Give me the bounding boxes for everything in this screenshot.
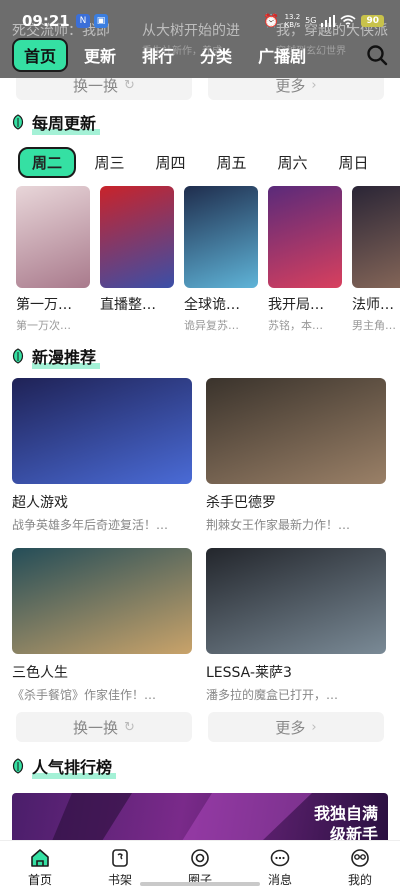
signal-5g: 5G (305, 16, 317, 25)
popular-section-title: 人气排行榜 (10, 754, 117, 779)
tab-category[interactable]: 分类 (200, 43, 232, 67)
comic-cover (206, 378, 386, 484)
comic-cover (12, 548, 192, 654)
weekly-comic-item[interactable]: 第一万… 第一万次… (16, 186, 90, 333)
comic-title: 杀手巴德罗 (206, 495, 276, 511)
tab-ranking[interactable]: 排行 (142, 43, 174, 67)
message-icon (270, 849, 290, 867)
tab-home[interactable]: 首页 (12, 38, 69, 72)
comic-card[interactable]: 杀手巴德罗 荆棘女王作家最新力作！… (206, 378, 386, 533)
tab-audio-drama[interactable]: 广播剧 (258, 43, 306, 67)
popular-banner[interactable]: 我独自满 级新手 (12, 793, 388, 841)
comic-title: LESSA-莱萨3 (206, 665, 292, 681)
more-button[interactable]: 更多 › (208, 712, 384, 742)
nav-profile[interactable]: 我的 (320, 841, 400, 889)
weekly-comic-item[interactable]: 全球诡… 诡异复苏… (184, 186, 258, 333)
comic-title: 第一万… (16, 297, 72, 313)
comic-subtitle: 第一万次… (16, 319, 71, 332)
weekly-title: 每周更新 (32, 110, 101, 135)
leaf-icon (12, 758, 24, 774)
comic-cover (352, 186, 400, 288)
weekly-comic-list: 第一万… 第一万次… 直播整… 全球诡… 诡异复苏… 我开局… 苏铭，本… 法师… (16, 186, 400, 338)
nav-profile-label: 我的 (347, 873, 372, 887)
comic-cover (100, 186, 174, 288)
comic-card[interactable]: LESSA-莱萨3 潘多拉的魔盒已打开，… (206, 548, 386, 703)
day-tab-tue[interactable]: 周二 (18, 146, 76, 178)
nav-message-label: 消息 (267, 873, 292, 887)
day-tab-wed[interactable]: 周三 (79, 152, 140, 173)
comic-description: 荆棘女王作家最新力作！… (206, 518, 351, 532)
day-tab-sun[interactable]: 周日 (323, 152, 384, 173)
comic-subtitle: 诡异复苏… (184, 319, 239, 332)
weekly-section-title: 每周更新 (10, 110, 101, 135)
weekly-comic-item[interactable]: 法师… 男主角… (352, 186, 400, 333)
comic-title: 法师… (352, 297, 394, 313)
signal-bars-icon (321, 15, 336, 27)
refresh-icon: ↻ (124, 719, 135, 735)
search-icon[interactable] (366, 44, 388, 66)
chevron-right-icon: › (311, 77, 317, 93)
comic-cover (206, 548, 386, 654)
top-nav: 首页 更新 排行 分类 广播剧 (12, 38, 332, 72)
nav-home[interactable]: 首页 (0, 841, 80, 889)
home-icon (31, 849, 49, 867)
weekly-comic-item[interactable]: 我开局… 苏铭，本… (268, 186, 342, 333)
weekly-comic-item[interactable]: 直播整… (100, 186, 174, 317)
refresh-button[interactable]: 换一换 ↻ (16, 712, 192, 742)
new-recs-button-row: 换一换 ↻ 更多 › (16, 712, 384, 742)
day-tab-sat[interactable]: 周六 (262, 152, 323, 173)
comic-card[interactable]: 三色人生 《杀手餐馆》作家佳作！… (12, 548, 192, 703)
system-home-indicator (140, 882, 260, 886)
notification-app-icon: ▣ (94, 14, 108, 28)
comic-description: 战争英雄多年后奇迹复活！… (12, 518, 169, 532)
comic-subtitle: 苏铭，本… (268, 319, 323, 332)
refresh-label: 换一换 (73, 718, 119, 737)
comic-title: 全球诡… (184, 297, 240, 313)
chevron-right-icon: › (311, 719, 317, 735)
comic-card[interactable]: 超人游戏 战争英雄多年后奇迹复活！… (12, 378, 192, 533)
comic-title: 三色人生 (12, 665, 68, 681)
top-header: 死交流师：我即 从大树开始的进 我，穿越的大侠派 重生社新作，养成 穿越到玄幻世… (0, 0, 400, 78)
nav-bookshelf-label: 书架 (107, 873, 132, 887)
leaf-icon (12, 348, 24, 364)
comic-cover (184, 186, 258, 288)
wifi-icon (340, 15, 356, 27)
battery-indicator: 90 (361, 15, 384, 27)
circle-icon (191, 849, 209, 867)
comic-title: 超人游戏 (12, 495, 68, 511)
status-right: ⏰ 13.2 KB/s 5G 90 (263, 13, 384, 29)
comic-cover (12, 378, 192, 484)
new-recs-title: 新漫推荐 (32, 344, 101, 369)
banner-title: 我独自满 级新手 (313, 804, 378, 841)
day-tab-fri[interactable]: 周五 (201, 152, 262, 173)
more-label: 更多 (275, 718, 306, 737)
comic-description: 潘多拉的魔盒已打开，… (206, 688, 339, 702)
comic-title: 直播整… (100, 297, 156, 313)
weekday-tabs: 周二 周三 周四 周五 周六 周日 (18, 146, 390, 178)
comic-cover (16, 186, 90, 288)
comic-cover (268, 186, 342, 288)
comic-title: 我开局… (268, 297, 324, 313)
bookshelf-icon (112, 849, 128, 867)
leaf-icon (12, 114, 24, 130)
popular-title: 人气排行榜 (32, 754, 117, 779)
notification-n-icon: N (76, 14, 90, 28)
nav-home-label: 首页 (27, 873, 52, 887)
status-bar: 09:21 N ▣ ⏰ 13.2 KB/s 5G 90 (0, 12, 400, 34)
profile-icon (351, 849, 369, 867)
net-speed: 13.2 KB/s (284, 13, 301, 29)
day-tab-thu[interactable]: 周四 (140, 152, 201, 173)
refresh-icon: ↻ (124, 77, 135, 93)
new-recs-section-title: 新漫推荐 (10, 344, 101, 369)
status-time: 09:21 (22, 12, 70, 30)
comic-subtitle: 男主角… (352, 319, 396, 332)
tab-update[interactable]: 更新 (84, 43, 116, 67)
alarm-icon: ⏰ (263, 13, 280, 29)
comic-description: 《杀手餐馆》作家佳作！… (12, 688, 157, 702)
